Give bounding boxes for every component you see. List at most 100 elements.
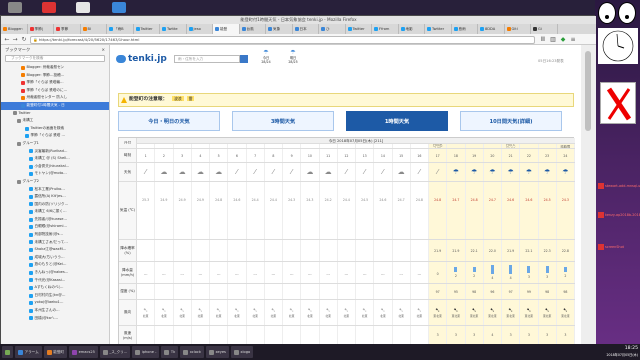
bookmark-item[interactable]: Blogger: 卅裁者般セン (1, 64, 109, 72)
browser-tab[interactable]: 日本 (293, 24, 319, 34)
taskbar-item[interactable]: _ス_クリ... (99, 346, 131, 358)
browser-tab[interactable]: 季節| (28, 24, 54, 34)
browser-tab[interactable]: Gitl (505, 24, 531, 34)
site-logo[interactable]: tenki.jp (128, 54, 167, 64)
taskbar-item[interactable]: Tk (161, 346, 179, 358)
browser-tab[interactable]: 地影 (399, 24, 425, 34)
app-icon[interactable] (112, 2, 126, 13)
cell-value: 21.9 (434, 248, 442, 253)
forecast-tab[interactable]: 今日・明日の天気 (118, 111, 220, 131)
browser-tab[interactable]: Bl (81, 24, 107, 34)
browser-tab[interactable]: Gi (531, 24, 558, 34)
taskbar-item[interactable]: xeyes (205, 346, 229, 358)
bookmark-item[interactable]: 能登町付1時間天気 - 日 (1, 101, 109, 110)
alert-badge[interactable]: 波浪 (172, 96, 184, 101)
bookmark-item[interactable]: Twitter (1, 110, 109, 118)
browser-tab[interactable]: 気象 (266, 24, 293, 34)
browser-tab[interactable]: Twitter (425, 24, 452, 34)
app-icon[interactable] (76, 2, 90, 13)
extension-icon[interactable]: ◆ (559, 36, 567, 43)
reload-icon[interactable]: ↻ (20, 36, 28, 43)
desktop-file[interactable]: screenShot (598, 244, 624, 250)
bookmark-item[interactable]: Twitterの画面を検索 (1, 125, 109, 133)
app-icon[interactable] (42, 2, 56, 13)
bookmark-item[interactable]: 日村村内生(kn@… (1, 292, 109, 300)
taskbar-item[interactable]: iphone - (132, 346, 160, 358)
desktop-file[interactable]: stewart-add-mnsql-unig.P (598, 183, 640, 189)
bookmark-item[interactable]: グループ2 (1, 178, 109, 186)
bookmark-item[interactable]: 未構工 @ (S) Shell… (1, 155, 109, 163)
mini-forecast-tomorrow[interactable]: ☂ 明日 28/25 (282, 50, 304, 67)
bookmark-item[interactable]: Shokz江@waxM… (1, 246, 109, 254)
browser-tab[interactable]: 台風 (240, 24, 266, 34)
forecast-tab[interactable]: 10日間天気(詳細) (460, 111, 562, 131)
url-bar[interactable]: 🔒 https://tenki.jp/forecast/4/20/5620/17… (30, 35, 535, 44)
bookmark-item[interactable]: 先振者/(@kurase… (1, 216, 109, 224)
bookmark-item[interactable]: 季節「ぐらば 鉄塔編… (1, 79, 109, 87)
bookmark-item[interactable]: 小倉秀夫(hkurakal… (1, 163, 109, 171)
back-icon[interactable]: ← (3, 36, 11, 43)
browser-tab[interactable]: 季節 (54, 24, 81, 34)
tab-label: 地影 (405, 27, 413, 31)
taskbar-clock[interactable]: 18:25 2018年07月05日(木) (596, 346, 638, 358)
browser-tab[interactable]: jeso (187, 24, 213, 34)
bookmark-item[interactable]: 未構工さぁ/だって… (1, 239, 109, 247)
page-scrollbar[interactable] (581, 45, 596, 345)
taskbar-item[interactable] (2, 346, 13, 358)
bookmark-item[interactable]: Blogger: 季節…投稿… (1, 72, 109, 80)
bookmark-item[interactable]: 国内の防(ソリジク… (1, 201, 109, 209)
bookmark-item[interactable]: 旅のもりと(@Kei… (1, 261, 109, 269)
bookmark-item[interactable]: きんねっ(@nabes… (1, 269, 109, 277)
bookmark-item[interactable]: 白眼眼(@shiromi… (1, 223, 109, 231)
bookmark-item[interactable]: 本州生さんの… (1, 307, 109, 315)
browser-tab[interactable]: 能登 (213, 24, 240, 34)
browser-tab[interactable]: Blogger: (1, 24, 28, 34)
scrollbar-thumb[interactable] (585, 51, 591, 131)
bookmark-item[interactable]: Aすもくねのべ(… (1, 284, 109, 292)
bookmark-item[interactable]: 季節「ぐらば 鉄塔 … (1, 132, 109, 140)
taskbar-item[interactable]: emacs25 (69, 346, 98, 358)
app-icon[interactable] (8, 2, 22, 13)
logo-icon[interactable] (116, 55, 126, 63)
close-icon[interactable]: × (101, 45, 105, 55)
bookmark-item[interactable]: モトヤン(@moto… (1, 170, 109, 178)
bookmark-item[interactable]: 災害最新(Rurikad… (1, 148, 109, 156)
bookmark-item[interactable]: 未構工 6/6に振く… (1, 208, 109, 216)
bookmark-item[interactable]: 露信所(Aj Kit'jes… (1, 193, 109, 201)
browser-tab[interactable]: ひ (319, 24, 346, 34)
bookmark-item[interactable]: 田橋(@kaへ… (1, 315, 109, 323)
browser-tab[interactable]: 島雨 (452, 24, 478, 34)
bookmark-item[interactable]: グループ1 (1, 140, 109, 148)
taskbar-item[interactable]: 能登町 (43, 346, 68, 358)
location-search-input[interactable]: 雨・住所を入力 (174, 55, 240, 63)
bookmark-item[interactable]: 松本工業(Pruiko… (1, 186, 109, 194)
mini-forecast-today[interactable]: ☂ 今日 28/24 (255, 50, 277, 67)
bookmark-item[interactable]: 未構工 (1, 117, 109, 125)
bookmark-item[interactable]: 季節「ぐらば 鉄塔のに… (1, 87, 109, 95)
bookmark-item[interactable]: 千代光(@Kasasi… (1, 277, 109, 285)
browser-tab[interactable]: 8DDA (478, 24, 505, 34)
search-button[interactable] (240, 55, 248, 63)
library-icon[interactable]: Ⅲ (539, 36, 547, 43)
forward-icon[interactable]: → (11, 36, 19, 43)
taskbar-item[interactable]: xclock (180, 346, 204, 358)
bookmark-item[interactable]: 卅裁者般センター 防人し (1, 94, 109, 102)
warning-banner[interactable]: 能登町の注意報： 波浪雷 (118, 93, 574, 107)
bookmark-item[interactable]: 成城大(ちいうう… (1, 254, 109, 262)
browser-tab[interactable]: Twitter (346, 24, 372, 34)
browser-tab[interactable]: Twitte (160, 24, 187, 34)
bookmark-search-input[interactable]: ブックマークを検索 (5, 55, 105, 62)
browser-tab[interactable]: Ffrom (372, 24, 399, 34)
browser-tab[interactable]: 「雨B (107, 24, 134, 34)
forecast-tab[interactable]: 3時間天気 (232, 111, 334, 131)
taskbar-item[interactable]: xlogo (230, 346, 254, 358)
bookmark-item[interactable]: 刑部院技術(@s… (1, 231, 109, 239)
desktop-file[interactable]: kenzy-ap2018b-2018.V (598, 212, 640, 218)
forecast-tab[interactable]: 1時間天気 (346, 111, 448, 131)
taskbar-item[interactable]: アラーム (15, 346, 42, 358)
bookmark-item[interactable]: yoko(@laeko1… (1, 299, 109, 307)
browser-tab[interactable]: Twitter (134, 24, 160, 34)
sidebar-icon[interactable]: ▥ (549, 36, 557, 43)
alert-badge[interactable]: 雷 (186, 96, 195, 101)
menu-icon[interactable]: ≡ (569, 36, 577, 43)
